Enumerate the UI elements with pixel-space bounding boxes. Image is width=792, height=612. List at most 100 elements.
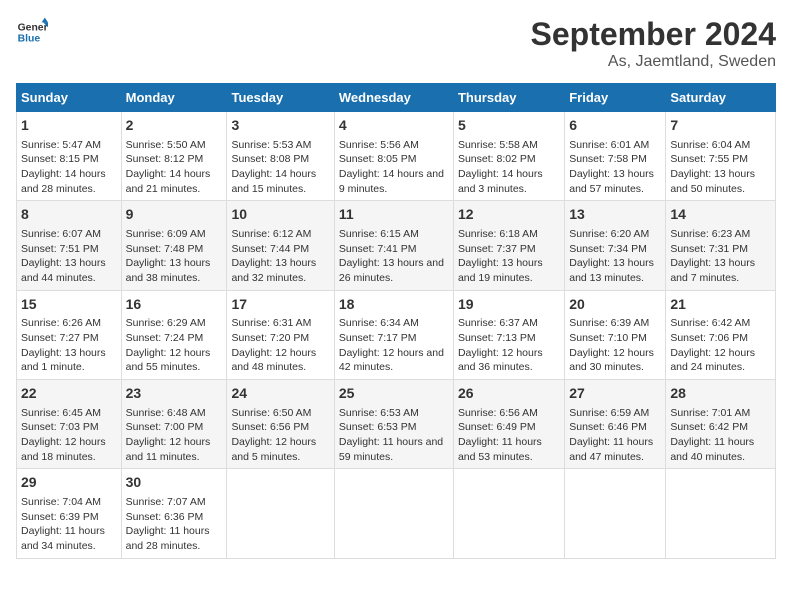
calendar-cell [334, 469, 453, 558]
day-info: Sunrise: 6:37 AMSunset: 7:13 PMDaylight:… [458, 316, 560, 375]
day-info: Sunrise: 6:26 AMSunset: 7:27 PMDaylight:… [21, 316, 117, 375]
calendar-cell: 25Sunrise: 6:53 AMSunset: 6:53 PMDayligh… [334, 380, 453, 469]
calendar-cell: 30Sunrise: 7:07 AMSunset: 6:36 PMDayligh… [121, 469, 227, 558]
week-row-3: 15Sunrise: 6:26 AMSunset: 7:27 PMDayligh… [17, 290, 776, 379]
calendar-cell: 11Sunrise: 6:15 AMSunset: 7:41 PMDayligh… [334, 201, 453, 290]
calendar-cell [227, 469, 334, 558]
calendar-cell [453, 469, 564, 558]
day-number: 21 [670, 295, 771, 315]
calendar-cell: 19Sunrise: 6:37 AMSunset: 7:13 PMDayligh… [453, 290, 564, 379]
day-info: Sunrise: 6:34 AMSunset: 7:17 PMDaylight:… [339, 316, 449, 375]
logo: General Blue [16, 16, 48, 48]
day-info: Sunrise: 7:04 AMSunset: 6:39 PMDaylight:… [21, 495, 117, 554]
day-info: Sunrise: 6:59 AMSunset: 6:46 PMDaylight:… [569, 406, 661, 465]
calendar-cell: 21Sunrise: 6:42 AMSunset: 7:06 PMDayligh… [666, 290, 776, 379]
calendar-cell: 5Sunrise: 5:58 AMSunset: 8:02 PMDaylight… [453, 112, 564, 201]
month-title: September 2024 [531, 16, 776, 53]
calendar-cell: 24Sunrise: 6:50 AMSunset: 6:56 PMDayligh… [227, 380, 334, 469]
day-number: 26 [458, 384, 560, 404]
week-row-4: 22Sunrise: 6:45 AMSunset: 7:03 PMDayligh… [17, 380, 776, 469]
day-info: Sunrise: 6:12 AMSunset: 7:44 PMDaylight:… [231, 227, 329, 286]
day-info: Sunrise: 6:29 AMSunset: 7:24 PMDaylight:… [126, 316, 223, 375]
day-number: 7 [670, 116, 771, 136]
calendar-cell: 9Sunrise: 6:09 AMSunset: 7:48 PMDaylight… [121, 201, 227, 290]
calendar-cell: 26Sunrise: 6:56 AMSunset: 6:49 PMDayligh… [453, 380, 564, 469]
day-number: 2 [126, 116, 223, 136]
day-info: Sunrise: 6:39 AMSunset: 7:10 PMDaylight:… [569, 316, 661, 375]
calendar-cell: 28Sunrise: 7:01 AMSunset: 6:42 PMDayligh… [666, 380, 776, 469]
weekday-header-monday: Monday [121, 84, 227, 112]
day-info: Sunrise: 5:58 AMSunset: 8:02 PMDaylight:… [458, 138, 560, 197]
week-row-5: 29Sunrise: 7:04 AMSunset: 6:39 PMDayligh… [17, 469, 776, 558]
day-info: Sunrise: 7:07 AMSunset: 6:36 PMDaylight:… [126, 495, 223, 554]
calendar-cell: 15Sunrise: 6:26 AMSunset: 7:27 PMDayligh… [17, 290, 122, 379]
day-number: 19 [458, 295, 560, 315]
day-info: Sunrise: 6:42 AMSunset: 7:06 PMDaylight:… [670, 316, 771, 375]
day-number: 27 [569, 384, 661, 404]
day-info: Sunrise: 6:45 AMSunset: 7:03 PMDaylight:… [21, 406, 117, 465]
day-number: 23 [126, 384, 223, 404]
day-number: 29 [21, 473, 117, 493]
day-info: Sunrise: 6:56 AMSunset: 6:49 PMDaylight:… [458, 406, 560, 465]
calendar-table: SundayMondayTuesdayWednesdayThursdayFrid… [16, 83, 776, 559]
day-info: Sunrise: 6:31 AMSunset: 7:20 PMDaylight:… [231, 316, 329, 375]
calendar-cell: 29Sunrise: 7:04 AMSunset: 6:39 PMDayligh… [17, 469, 122, 558]
day-number: 13 [569, 205, 661, 225]
calendar-cell: 12Sunrise: 6:18 AMSunset: 7:37 PMDayligh… [453, 201, 564, 290]
weekday-header-wednesday: Wednesday [334, 84, 453, 112]
day-number: 30 [126, 473, 223, 493]
day-info: Sunrise: 5:53 AMSunset: 8:08 PMDaylight:… [231, 138, 329, 197]
calendar-cell: 17Sunrise: 6:31 AMSunset: 7:20 PMDayligh… [227, 290, 334, 379]
calendar-cell: 23Sunrise: 6:48 AMSunset: 7:00 PMDayligh… [121, 380, 227, 469]
day-number: 8 [21, 205, 117, 225]
day-info: Sunrise: 6:07 AMSunset: 7:51 PMDaylight:… [21, 227, 117, 286]
day-number: 9 [126, 205, 223, 225]
day-number: 6 [569, 116, 661, 136]
calendar-cell: 13Sunrise: 6:20 AMSunset: 7:34 PMDayligh… [565, 201, 666, 290]
day-number: 1 [21, 116, 117, 136]
svg-text:Blue: Blue [18, 34, 41, 45]
calendar-cell: 2Sunrise: 5:50 AMSunset: 8:12 PMDaylight… [121, 112, 227, 201]
calendar-cell: 1Sunrise: 5:47 AMSunset: 8:15 PMDaylight… [17, 112, 122, 201]
calendar-cell [565, 469, 666, 558]
day-number: 5 [458, 116, 560, 136]
day-number: 3 [231, 116, 329, 136]
calendar-cell: 16Sunrise: 6:29 AMSunset: 7:24 PMDayligh… [121, 290, 227, 379]
calendar-cell: 8Sunrise: 6:07 AMSunset: 7:51 PMDaylight… [17, 201, 122, 290]
calendar-cell: 6Sunrise: 6:01 AMSunset: 7:58 PMDaylight… [565, 112, 666, 201]
day-info: Sunrise: 5:50 AMSunset: 8:12 PMDaylight:… [126, 138, 223, 197]
day-info: Sunrise: 5:56 AMSunset: 8:05 PMDaylight:… [339, 138, 449, 197]
calendar-cell: 22Sunrise: 6:45 AMSunset: 7:03 PMDayligh… [17, 380, 122, 469]
day-number: 10 [231, 205, 329, 225]
title-block: September 2024 As, Jaemtland, Sweden [531, 16, 776, 71]
weekday-header-row: SundayMondayTuesdayWednesdayThursdayFrid… [17, 84, 776, 112]
calendar-cell: 3Sunrise: 5:53 AMSunset: 8:08 PMDaylight… [227, 112, 334, 201]
week-row-1: 1Sunrise: 5:47 AMSunset: 8:15 PMDaylight… [17, 112, 776, 201]
weekday-header-tuesday: Tuesday [227, 84, 334, 112]
weekday-header-thursday: Thursday [453, 84, 564, 112]
day-info: Sunrise: 6:15 AMSunset: 7:41 PMDaylight:… [339, 227, 449, 286]
day-info: Sunrise: 6:18 AMSunset: 7:37 PMDaylight:… [458, 227, 560, 286]
day-info: Sunrise: 6:48 AMSunset: 7:00 PMDaylight:… [126, 406, 223, 465]
logo-icon: General Blue [16, 16, 48, 48]
day-number: 28 [670, 384, 771, 404]
day-number: 17 [231, 295, 329, 315]
calendar-cell: 7Sunrise: 6:04 AMSunset: 7:55 PMDaylight… [666, 112, 776, 201]
calendar-cell: 10Sunrise: 6:12 AMSunset: 7:44 PMDayligh… [227, 201, 334, 290]
day-info: Sunrise: 6:01 AMSunset: 7:58 PMDaylight:… [569, 138, 661, 197]
day-info: Sunrise: 6:53 AMSunset: 6:53 PMDaylight:… [339, 406, 449, 465]
day-number: 24 [231, 384, 329, 404]
day-number: 22 [21, 384, 117, 404]
day-info: Sunrise: 7:01 AMSunset: 6:42 PMDaylight:… [670, 406, 771, 465]
day-info: Sunrise: 6:20 AMSunset: 7:34 PMDaylight:… [569, 227, 661, 286]
calendar-cell [666, 469, 776, 558]
calendar-cell: 27Sunrise: 6:59 AMSunset: 6:46 PMDayligh… [565, 380, 666, 469]
day-number: 15 [21, 295, 117, 315]
day-number: 25 [339, 384, 449, 404]
calendar-cell: 4Sunrise: 5:56 AMSunset: 8:05 PMDaylight… [334, 112, 453, 201]
weekday-header-friday: Friday [565, 84, 666, 112]
week-row-2: 8Sunrise: 6:07 AMSunset: 7:51 PMDaylight… [17, 201, 776, 290]
day-number: 14 [670, 205, 771, 225]
svg-text:General: General [18, 22, 48, 33]
location: As, Jaemtland, Sweden [531, 53, 776, 71]
